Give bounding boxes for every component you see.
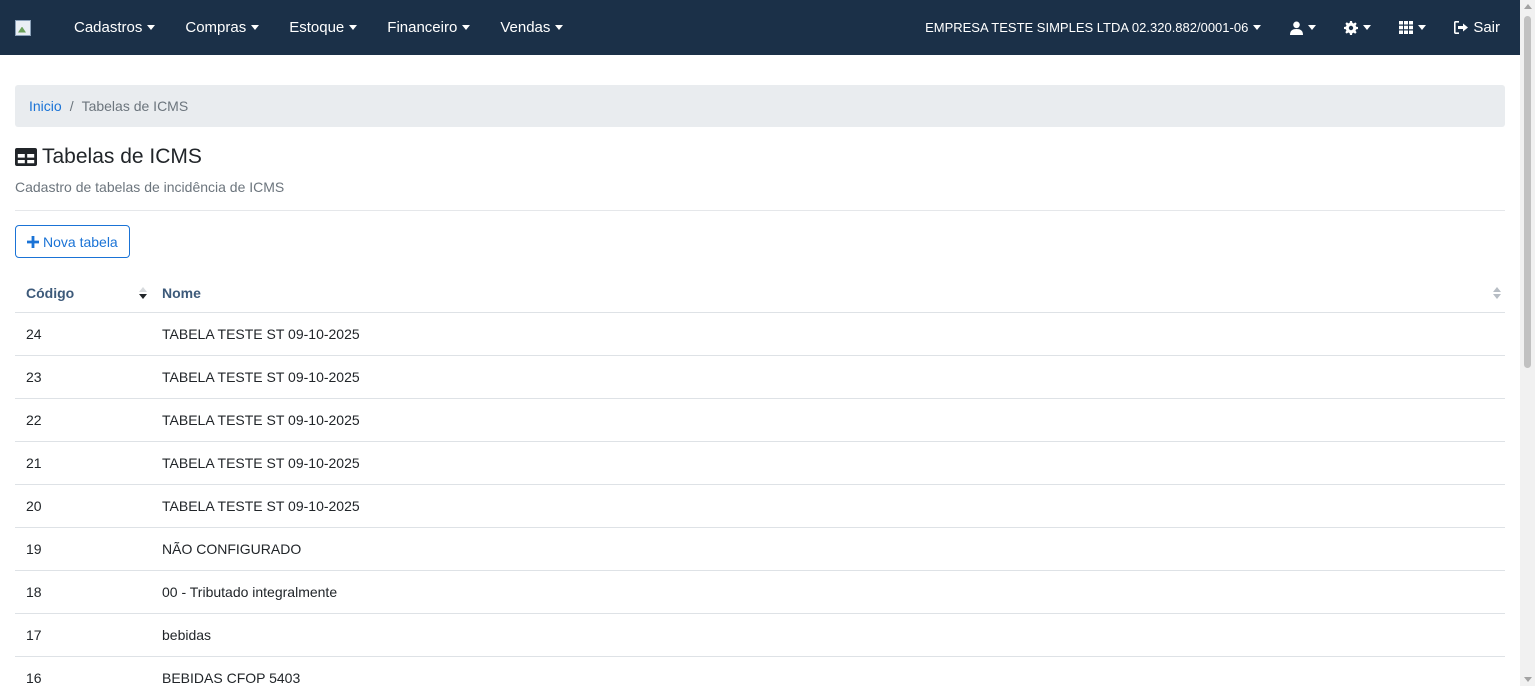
- top-navbar: Cadastros Compras Estoque Financeiro Ven…: [0, 0, 1520, 55]
- cell-code: 20: [15, 484, 151, 528]
- cell-code: 22: [15, 398, 151, 442]
- page-subtitle: Cadastro de tabelas de incidência de ICM…: [15, 179, 285, 195]
- cell-name: TABELA TESTE ST 09-10-2025: [151, 355, 1505, 399]
- sort-desc-icon: [139, 286, 147, 299]
- cell-name: NÃO CONFIGURADO: [151, 527, 1505, 571]
- grid-icon: [1399, 21, 1414, 34]
- plus-icon: [27, 235, 39, 248]
- menu-compras[interactable]: Compras: [170, 0, 274, 55]
- page-title: Tabelas de ICMS: [15, 144, 1505, 170]
- company-name: EMPRESA TESTE SIMPLES LTDA 02.320.882/00…: [925, 20, 1249, 35]
- column-header-code-label: Código: [26, 284, 75, 301]
- scroll-down-arrow-icon[interactable]: [1524, 677, 1532, 682]
- menu-vendas-label: Vendas: [500, 19, 551, 36]
- chevron-down-icon: [251, 25, 260, 30]
- breadcrumb: Inicio / Tabelas de ICMS: [15, 85, 1505, 127]
- column-header-name[interactable]: Nome: [151, 274, 1505, 313]
- menu-financeiro-label: Financeiro: [387, 19, 458, 36]
- scroll-up-arrow-icon[interactable]: [1524, 4, 1532, 9]
- page-scrollbar[interactable]: [1520, 0, 1535, 686]
- settings-menu-button[interactable]: [1330, 0, 1385, 55]
- menu-cadastros[interactable]: Cadastros: [59, 0, 170, 55]
- breadcrumb-current: Tabelas de ICMS: [81, 98, 189, 114]
- cell-name: TABELA TESTE ST 09-10-2025: [151, 441, 1505, 485]
- cell-code: 18: [15, 570, 151, 614]
- cell-code: 21: [15, 441, 151, 485]
- table-row[interactable]: 16 BEBIDAS CFOP 5403: [15, 656, 1505, 686]
- menu-vendas[interactable]: Vendas: [485, 0, 578, 55]
- chevron-down-icon: [147, 25, 156, 30]
- chevron-down-icon: [555, 25, 564, 30]
- table-row[interactable]: 21 TABELA TESTE ST 09-10-2025: [15, 441, 1505, 485]
- cell-name: TABELA TESTE ST 09-10-2025: [151, 312, 1505, 356]
- menu-cadastros-label: Cadastros: [74, 19, 143, 36]
- apps-menu-button[interactable]: [1385, 0, 1440, 55]
- new-table-button-label: Nova tabela: [43, 233, 118, 250]
- gear-icon: [1344, 20, 1359, 35]
- menu-estoque-label: Estoque: [289, 19, 345, 36]
- cell-code: 16: [15, 656, 151, 686]
- cell-name: TABELA TESTE ST 09-10-2025: [151, 484, 1505, 528]
- sort-icon: [1493, 286, 1501, 299]
- company-selector[interactable]: EMPRESA TESTE SIMPLES LTDA 02.320.882/00…: [910, 0, 1276, 55]
- chevron-down-icon: [1308, 25, 1317, 30]
- table-icon: [15, 148, 37, 166]
- menu-financeiro[interactable]: Financeiro: [372, 0, 485, 55]
- main-menu: Cadastros Compras Estoque Financeiro Ven…: [59, 0, 578, 55]
- breadcrumb-separator: /: [69, 98, 74, 114]
- chevron-down-icon: [462, 25, 471, 30]
- chevron-down-icon: [1363, 25, 1372, 30]
- cell-code: 19: [15, 527, 151, 571]
- scroll-thumb[interactable]: [1524, 16, 1531, 368]
- breadcrumb-home-link[interactable]: Inicio: [29, 98, 62, 114]
- user-icon: [1290, 21, 1304, 35]
- table-row[interactable]: 20 TABELA TESTE ST 09-10-2025: [15, 484, 1505, 528]
- table-row[interactable]: 24 TABELA TESTE ST 09-10-2025: [15, 312, 1505, 356]
- chevron-down-icon: [1253, 25, 1262, 30]
- divider: [15, 210, 1505, 211]
- brand-logo[interactable]: [15, 19, 31, 36]
- cell-name: BEBIDAS CFOP 5403: [151, 656, 1505, 686]
- chevron-down-icon: [349, 25, 358, 30]
- page-title-text: Tabelas de ICMS: [42, 145, 202, 168]
- new-table-button[interactable]: Nova tabela: [15, 225, 130, 258]
- cell-name: TABELA TESTE ST 09-10-2025: [151, 398, 1505, 442]
- logout-label: Sair: [1473, 19, 1500, 36]
- column-header-code[interactable]: Código: [15, 274, 151, 313]
- sign-out-icon: [1454, 21, 1469, 34]
- cell-code: 24: [15, 312, 151, 356]
- table-row[interactable]: 23 TABELA TESTE ST 09-10-2025: [15, 355, 1505, 399]
- cell-name: bebidas: [151, 613, 1505, 657]
- table-row[interactable]: 22 TABELA TESTE ST 09-10-2025: [15, 398, 1505, 442]
- cell-name: 00 - Tributado integralmente: [151, 570, 1505, 614]
- table-row[interactable]: 17 bebidas: [15, 613, 1505, 657]
- icms-tables-table: Código Nome 24 TABELA TESTE ST 09-10-2025…: [15, 274, 1505, 686]
- column-header-name-label: Nome: [162, 284, 201, 301]
- chevron-down-icon: [1418, 25, 1427, 30]
- table-row[interactable]: 19 NÃO CONFIGURADO: [15, 527, 1505, 571]
- cell-code: 17: [15, 613, 151, 657]
- cell-code: 23: [15, 355, 151, 399]
- main-content: Inicio / Tabelas de ICMS Tabelas de ICMS…: [15, 55, 1505, 686]
- user-menu-button[interactable]: [1276, 0, 1330, 55]
- menu-estoque[interactable]: Estoque: [274, 0, 372, 55]
- logout-button[interactable]: Sair: [1440, 0, 1520, 55]
- navbar-right: EMPRESA TESTE SIMPLES LTDA 02.320.882/00…: [910, 0, 1520, 55]
- table-header-row: Código Nome: [15, 274, 1505, 313]
- menu-compras-label: Compras: [185, 19, 247, 36]
- table-row[interactable]: 18 00 - Tributado integralmente: [15, 570, 1505, 614]
